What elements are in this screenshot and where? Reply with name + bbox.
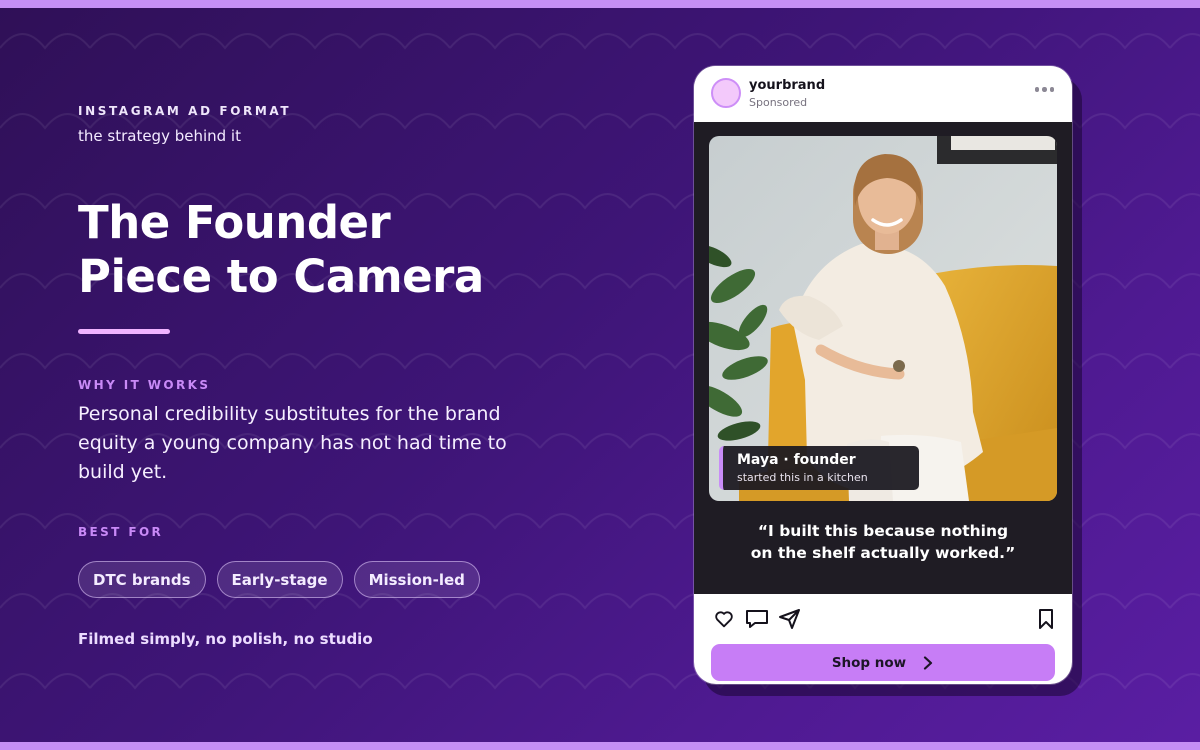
- bookmark-icon[interactable]: [1038, 608, 1054, 630]
- post-actions: [694, 594, 1072, 644]
- top-accent-bar: [0, 0, 1200, 8]
- share-icon[interactable]: [778, 608, 802, 630]
- account-name[interactable]: yourbrand: [749, 78, 825, 93]
- instagram-post-mockup: yourbrand Sponsored Maya · founder start…: [694, 66, 1072, 684]
- best-for-tags: DTC brands Early-stage Mission-led: [78, 561, 480, 598]
- bottom-accent-bar: [0, 742, 1200, 750]
- heart-icon[interactable]: [713, 608, 735, 630]
- more-icon[interactable]: [1034, 87, 1054, 92]
- tag-dtc-brands: DTC brands: [78, 561, 206, 598]
- quote-line-2: on the shelf actually worked.”: [750, 544, 1016, 562]
- post-media: Maya · founder started this in a kitchen…: [694, 122, 1072, 594]
- quote-line-1: “I built this because nothing: [757, 522, 1009, 540]
- best-for-label: BEST FOR: [78, 525, 164, 539]
- why-it-works-label: WHY IT WORKS: [78, 378, 211, 392]
- title-line-1: The Founder: [78, 196, 391, 249]
- tag-early-stage: Early-stage: [216, 561, 343, 598]
- accent-divider: [78, 329, 170, 334]
- comment-icon[interactable]: [744, 608, 770, 630]
- founder-quote: “I built this because nothing on the she…: [714, 520, 1052, 564]
- tag-mission-led: Mission-led: [353, 561, 480, 598]
- shop-now-button[interactable]: Shop now: [711, 644, 1055, 681]
- footnote: Filmed simply, no polish, no studio: [78, 630, 373, 648]
- subtitle: the strategy behind it: [78, 127, 241, 145]
- avatar[interactable]: [711, 78, 741, 108]
- founder-photo: Maya · founder started this in a kitchen: [709, 136, 1057, 501]
- founder-caption: Maya · founder started this in a kitchen: [719, 446, 919, 490]
- shop-now-label: Shop now: [831, 654, 907, 671]
- eyebrow-label: INSTAGRAM AD FORMAT: [78, 104, 292, 118]
- sponsored-label: Sponsored: [749, 96, 808, 109]
- post-header: yourbrand Sponsored: [694, 66, 1072, 122]
- why-it-works-text: Personal credibility substitutes for the…: [78, 403, 507, 483]
- title-line-2: Piece to Camera: [78, 250, 484, 303]
- page-title: The Founder Piece to Camera: [78, 196, 598, 304]
- caption-name: Maya · founder: [737, 452, 856, 468]
- caption-subtitle: started this in a kitchen: [737, 471, 868, 484]
- chevron-right-icon: [924, 655, 933, 670]
